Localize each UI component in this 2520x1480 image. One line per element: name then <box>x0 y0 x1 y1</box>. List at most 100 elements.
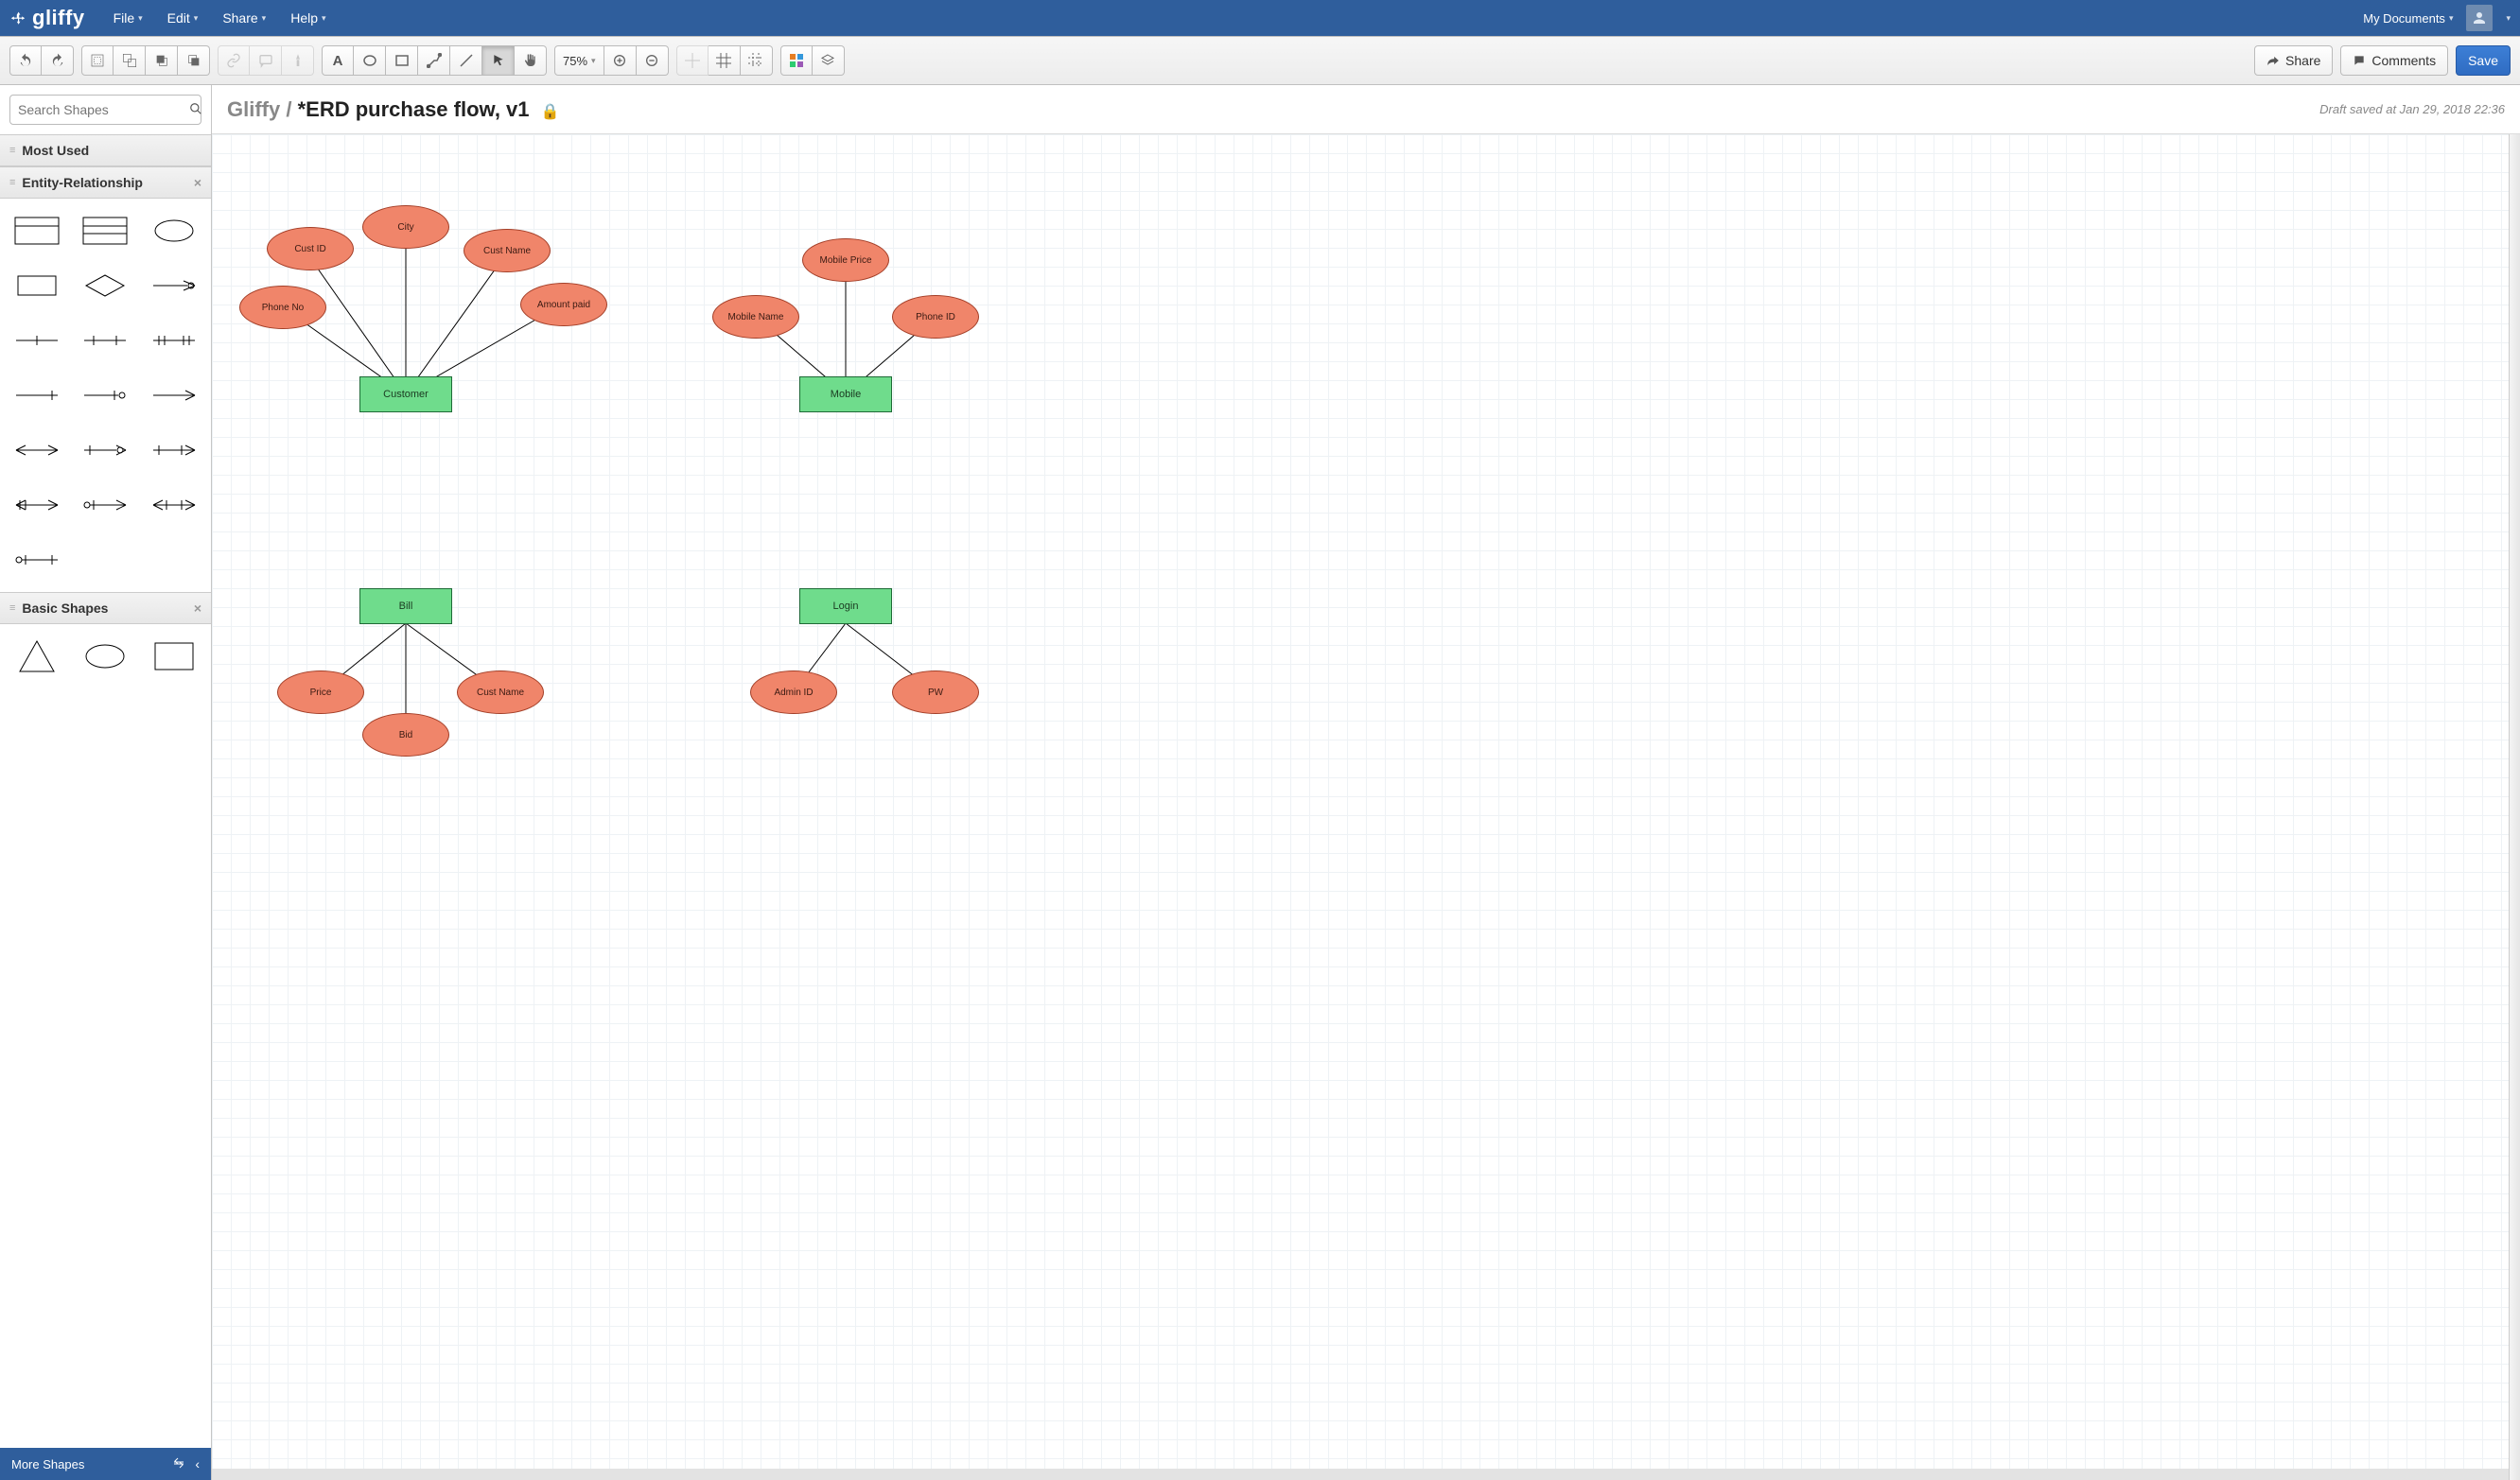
pan-tool-button[interactable] <box>515 45 547 76</box>
attr-admin-id[interactable]: Admin ID <box>750 670 837 714</box>
vertical-scrollbar[interactable] <box>2509 134 2520 1480</box>
snap-toggle-button[interactable] <box>676 45 709 76</box>
undo-button[interactable] <box>9 45 42 76</box>
breadcrumb-root[interactable]: Gliffy <box>227 97 280 121</box>
link-button <box>218 45 250 76</box>
er-line-many[interactable] <box>4 426 70 475</box>
basic-rectangle[interactable] <box>141 632 207 681</box>
app-logo: gliffy <box>9 6 114 30</box>
drag-handle-icon: ≡ <box>9 177 14 188</box>
text-tool-button[interactable]: A <box>322 45 354 76</box>
menu-file[interactable]: File▾ <box>114 10 143 26</box>
diagram-canvas[interactable]: Customer Phone No Cust ID City Cust Name… <box>212 134 2509 1469</box>
my-documents-menu[interactable]: My Documents▾ <box>2363 11 2453 26</box>
user-menu-caret[interactable]: ▾ <box>2506 13 2511 24</box>
attr-phone-no[interactable]: Phone No <box>239 286 326 329</box>
basic-triangle[interactable] <box>4 632 70 681</box>
group-button[interactable] <box>81 45 114 76</box>
zoom-in-button[interactable] <box>604 45 637 76</box>
drag-handle-icon: ≡ <box>9 145 14 156</box>
toolbar: A 75%▾ Share Comments Save <box>0 36 2520 85</box>
er-attribute-ellipse[interactable] <box>141 206 207 255</box>
connector-lines <box>212 134 2509 1469</box>
save-button[interactable]: Save <box>2456 45 2511 76</box>
section-entity-relationship[interactable]: ≡ Entity-Relationship × <box>0 166 211 199</box>
grid-toggle-button[interactable] <box>709 45 741 76</box>
app-name: gliffy <box>32 6 85 30</box>
more-shapes-button[interactable]: More Shapes <box>11 1457 84 1471</box>
document-header: Gliffy / *ERD purchase flow, v1 🔒 Draft … <box>212 85 2520 134</box>
collapse-sidebar-button[interactable]: ‹ <box>195 1456 200 1471</box>
lock-icon: 🔒 <box>541 104 560 120</box>
split-icon[interactable] <box>172 1456 185 1472</box>
close-section-button[interactable]: × <box>194 601 201 616</box>
guides-toggle-button[interactable] <box>741 45 773 76</box>
menu-share[interactable]: Share▾ <box>222 10 266 26</box>
zoom-select[interactable]: 75%▾ <box>554 45 604 76</box>
er-line-one-one[interactable] <box>72 316 138 365</box>
attr-mobile-price[interactable]: Mobile Price <box>802 238 889 282</box>
user-avatar[interactable] <box>2466 5 2493 31</box>
pointer-tool-button[interactable] <box>482 45 515 76</box>
er-entity-simple[interactable] <box>4 206 70 255</box>
comments-button[interactable]: Comments <box>2340 45 2448 76</box>
attr-cust-name[interactable]: Cust Name <box>464 229 551 272</box>
er-line-one[interactable] <box>4 316 70 365</box>
attr-cust-name-2[interactable]: Cust Name <box>457 670 544 714</box>
er-line-crow-one[interactable] <box>141 261 207 310</box>
er-entity-rect[interactable] <box>4 261 70 310</box>
section-most-used[interactable]: ≡ Most Used <box>0 134 211 166</box>
er-line-one-many[interactable] <box>4 480 70 530</box>
menu-edit[interactable]: Edit▾ <box>167 10 199 26</box>
connector-tool-button[interactable] <box>418 45 450 76</box>
er-line-plain[interactable] <box>4 371 70 420</box>
er-relationship-diamond[interactable] <box>72 261 138 310</box>
er-line-many-zero[interactable] <box>72 426 138 475</box>
draft-status: Draft saved at Jan 29, 2018 22:36 <box>2319 102 2505 116</box>
basic-shape-palette <box>0 624 211 688</box>
section-basic-shapes[interactable]: ≡ Basic Shapes × <box>0 592 211 624</box>
entity-customer[interactable]: Customer <box>359 376 452 412</box>
zoom-out-button[interactable] <box>637 45 669 76</box>
menu-help[interactable]: Help▾ <box>290 10 325 26</box>
entity-bill[interactable]: Bill <box>359 588 452 624</box>
er-line-one-one-b[interactable] <box>141 316 207 365</box>
ellipse-tool-button[interactable] <box>354 45 386 76</box>
theme-button[interactable] <box>780 45 813 76</box>
ungroup-button[interactable] <box>114 45 146 76</box>
er-line-zero-many[interactable] <box>72 480 138 530</box>
share-button[interactable]: Share <box>2254 45 2333 76</box>
bring-front-button[interactable] <box>146 45 178 76</box>
attr-mobile-name[interactable]: Mobile Name <box>712 295 799 339</box>
canvas-area: Gliffy / *ERD purchase flow, v1 🔒 Draft … <box>212 85 2520 1480</box>
er-line-zero-one[interactable] <box>72 371 138 420</box>
redo-button[interactable] <box>42 45 74 76</box>
entity-mobile[interactable]: Mobile <box>799 376 892 412</box>
search-icon <box>189 102 202 118</box>
er-line-zero-one-b[interactable] <box>4 535 70 584</box>
er-line-many-one[interactable] <box>141 426 207 475</box>
attr-bid[interactable]: Bid <box>362 713 449 757</box>
attr-city[interactable]: City <box>362 205 449 249</box>
attr-amount-paid[interactable]: Amount paid <box>520 283 607 326</box>
search-shapes-input[interactable] <box>9 95 201 125</box>
attr-phone-id[interactable]: Phone ID <box>892 295 979 339</box>
rectangle-tool-button[interactable] <box>386 45 418 76</box>
popup-button <box>282 45 314 76</box>
sidebar-footer: More Shapes ‹ <box>0 1448 211 1480</box>
line-tool-button[interactable] <box>450 45 482 76</box>
close-section-button[interactable]: × <box>194 175 201 190</box>
comment-button <box>250 45 282 76</box>
attr-cust-id[interactable]: Cust ID <box>267 227 354 270</box>
attr-price[interactable]: Price <box>277 670 364 714</box>
shapes-sidebar: ≡ Most Used ≡ Entity-Relationship × <box>0 85 212 1480</box>
layers-button[interactable] <box>813 45 845 76</box>
er-line-many-many[interactable] <box>141 480 207 530</box>
document-title[interactable]: *ERD purchase flow, v1 <box>298 97 530 121</box>
er-entity-rows[interactable] <box>72 206 138 255</box>
send-back-button[interactable] <box>178 45 210 76</box>
entity-login[interactable]: Login <box>799 588 892 624</box>
basic-ellipse[interactable] <box>72 632 138 681</box>
er-line-dash[interactable] <box>141 371 207 420</box>
attr-pw[interactable]: PW <box>892 670 979 714</box>
